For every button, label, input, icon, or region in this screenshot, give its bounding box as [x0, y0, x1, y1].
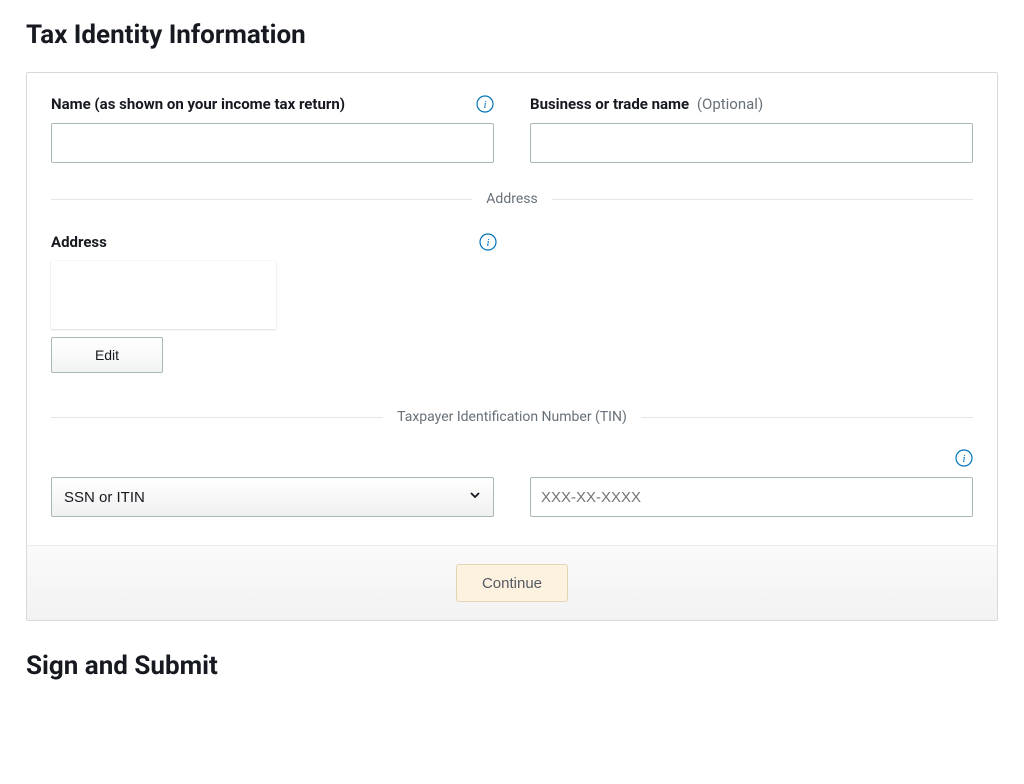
name-label: Name (as shown on your income tax return…	[51, 95, 345, 113]
address-section: Address i Edit	[51, 231, 973, 373]
name-row: Name (as shown on your income tax return…	[51, 93, 973, 163]
optional-label: (Optional)	[697, 95, 763, 113]
continue-button[interactable]: Continue	[456, 564, 568, 602]
tin-type-select[interactable]: SSN or ITIN	[51, 477, 494, 517]
tin-input[interactable]	[530, 477, 973, 517]
address-divider: Address	[51, 191, 973, 207]
svg-text:i: i	[486, 237, 489, 249]
card-footer: Continue	[27, 545, 997, 620]
address-display	[51, 261, 276, 329]
tax-identity-card: Name (as shown on your income tax return…	[26, 72, 998, 621]
name-input[interactable]	[51, 123, 494, 163]
address-divider-label: Address	[472, 191, 551, 207]
tin-section: i SSN or ITIN	[51, 449, 973, 517]
info-icon[interactable]: i	[955, 449, 973, 467]
edit-address-button[interactable]: Edit	[51, 337, 163, 373]
tin-divider: Taxpayer Identification Number (TIN)	[51, 409, 973, 425]
info-icon[interactable]: i	[479, 233, 497, 251]
business-name-field: Business or trade name (Optional)	[530, 93, 973, 163]
tin-type-field: SSN or ITIN	[51, 477, 494, 517]
svg-text:i: i	[483, 99, 486, 111]
business-name-label: Business or trade name (Optional)	[530, 95, 763, 113]
tin-value-field	[530, 477, 973, 517]
address-label: Address	[51, 233, 107, 251]
page-title: Tax Identity Information	[26, 20, 998, 50]
name-field: Name (as shown on your income tax return…	[51, 93, 494, 163]
svg-text:i: i	[962, 453, 965, 465]
info-icon[interactable]: i	[476, 95, 494, 113]
business-name-input[interactable]	[530, 123, 973, 163]
tin-divider-label: Taxpayer Identification Number (TIN)	[383, 409, 641, 425]
sign-submit-title: Sign and Submit	[26, 651, 998, 681]
